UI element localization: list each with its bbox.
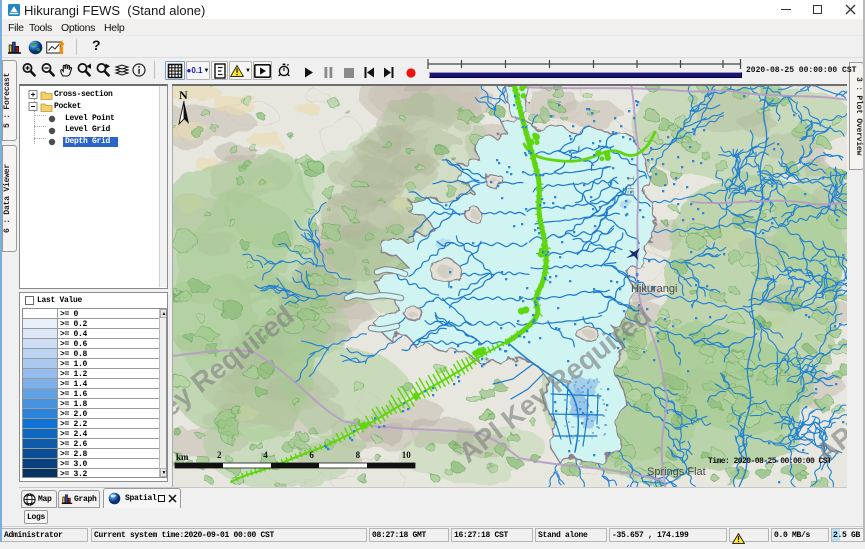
svg-text:10: 10 (402, 450, 412, 460)
svg-text:N: N (179, 88, 188, 102)
svg-text:Springs Flat: Springs Flat (647, 466, 706, 478)
svg-text:SH 1: SH 1 (626, 176, 636, 196)
svg-text:8: 8 (356, 450, 361, 460)
svg-text:Hikurangi: Hikurangi (631, 283, 677, 295)
svg-text:2: 2 (217, 450, 222, 460)
svg-text:6: 6 (309, 450, 314, 460)
svg-text:Time: 2020-08-25 00:00:00 CST: Time: 2020-08-25 00:00:00 CST (708, 457, 832, 466)
svg-text:4: 4 (263, 450, 268, 460)
svg-text:km: km (176, 452, 189, 462)
